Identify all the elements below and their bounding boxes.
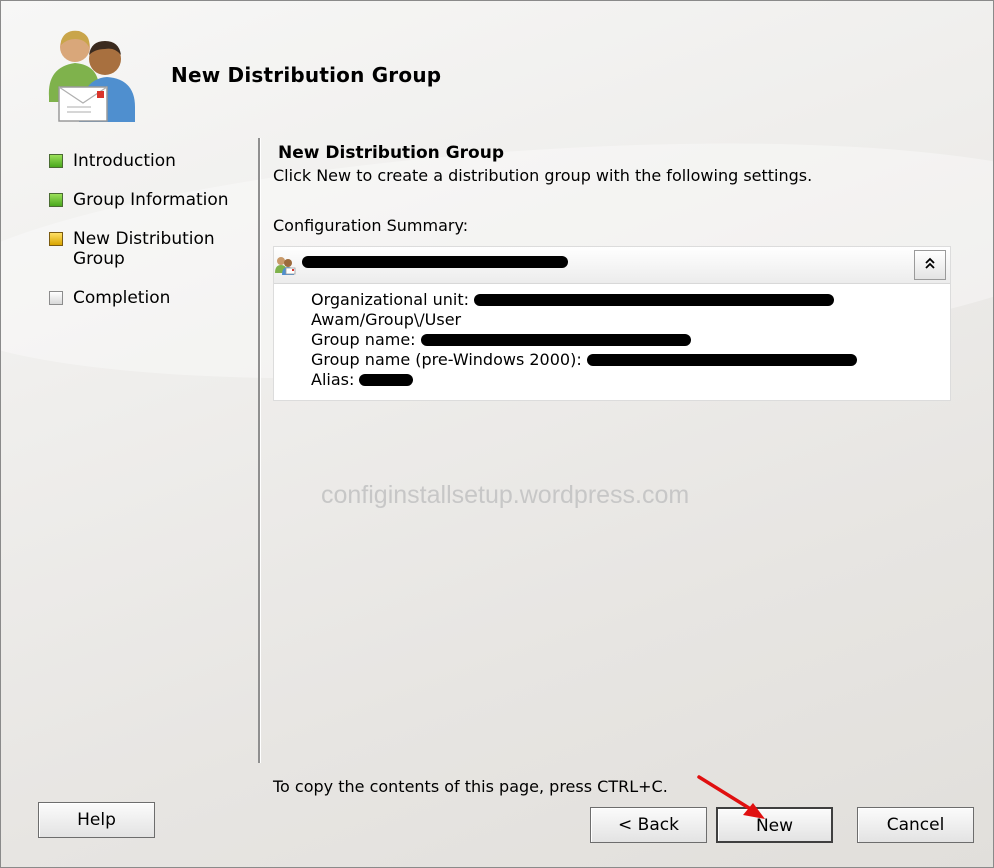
users-mail-icon [48, 30, 135, 122]
summary-body: Organizational unit: mypresent.local/DoD… [274, 284, 950, 400]
page-heading: New Distribution Group [278, 143, 504, 163]
vertical-divider [258, 138, 261, 763]
step-pending-icon [49, 291, 63, 305]
chevron-double-up-icon [923, 257, 937, 272]
step-group-information: Group Information [47, 190, 247, 210]
wizard-steps: Introduction Group Information New Distr… [47, 151, 247, 327]
step-done-icon [49, 193, 63, 207]
summary-row-org-unit: Organizational unit: mypresent.local/DoD… [311, 290, 950, 310]
redacted-group-name: Unit Pembangunan Sistem PRISTGA [420, 334, 691, 346]
step-done-icon [49, 154, 63, 168]
group-name-pre2000-label: Group name (pre-Windows 2000): [311, 350, 582, 369]
redacted-org-unit: mypresent.local/DoDeraham Barcoding/JGT … [474, 294, 835, 306]
summary-header: Unit Pembangunan Sistem PRISTGA [274, 247, 950, 284]
step-new-distribution-group: New Distribution Group [47, 229, 247, 269]
summary-label: Configuration Summary: [273, 216, 469, 235]
cancel-button[interactable]: Cancel [857, 807, 974, 843]
group-icon [275, 257, 296, 275]
help-button[interactable]: Help [38, 802, 155, 838]
summary-row-group-name-pre2000: Group name (pre-Windows 2000): Unit Pemb… [311, 350, 950, 370]
step-completion: Completion [47, 288, 247, 308]
step-label: Completion [73, 288, 171, 308]
watermark-text: configinstallsetup.wordpress.com [321, 481, 690, 509]
step-current-icon [49, 232, 63, 246]
back-button[interactable]: < Back [590, 807, 707, 843]
redacted-group-title: Unit Pembangunan Sistem PRISTGA [302, 256, 568, 268]
step-label: New Distribution Group [73, 229, 215, 269]
annotation-arrow-icon [697, 775, 765, 819]
page-description: Click New to create a distribution group… [273, 166, 813, 185]
collapse-button[interactable] [914, 250, 946, 280]
group-name-label: Group name: [311, 330, 416, 349]
step-label: Group Information [73, 190, 229, 210]
step-introduction: Introduction [47, 151, 247, 171]
summary-row-alias: Alias: upsbtsa [311, 370, 950, 390]
alias-label: Alias: [311, 370, 355, 389]
summary-row-org-unit-tail: Awam/Group\/User [311, 310, 462, 329]
summary-row-group-name: Group name: Unit Pembangunan Sistem PRIS… [311, 330, 950, 350]
wizard-window: New Distribution Group Introduction Grou… [0, 0, 994, 868]
redacted-alias: upsbtsa [359, 374, 414, 386]
main-content: New Distribution Group Click New to crea… [273, 142, 953, 401]
copy-hint: To copy the contents of this page, press… [273, 777, 668, 796]
redacted-group-name-pre2000: Unit Pembangunan Sistem PRISTGA [586, 354, 857, 366]
org-unit-label: Organizational unit: [311, 290, 470, 309]
summary-group-title: Unit Pembangunan Sistem PRISTGA [302, 255, 568, 273]
wizard-title: New Distribution Group [171, 63, 442, 87]
configuration-summary: Unit Pembangunan Sistem PRISTGA Organiza… [273, 246, 951, 401]
step-label: Introduction [73, 151, 176, 171]
